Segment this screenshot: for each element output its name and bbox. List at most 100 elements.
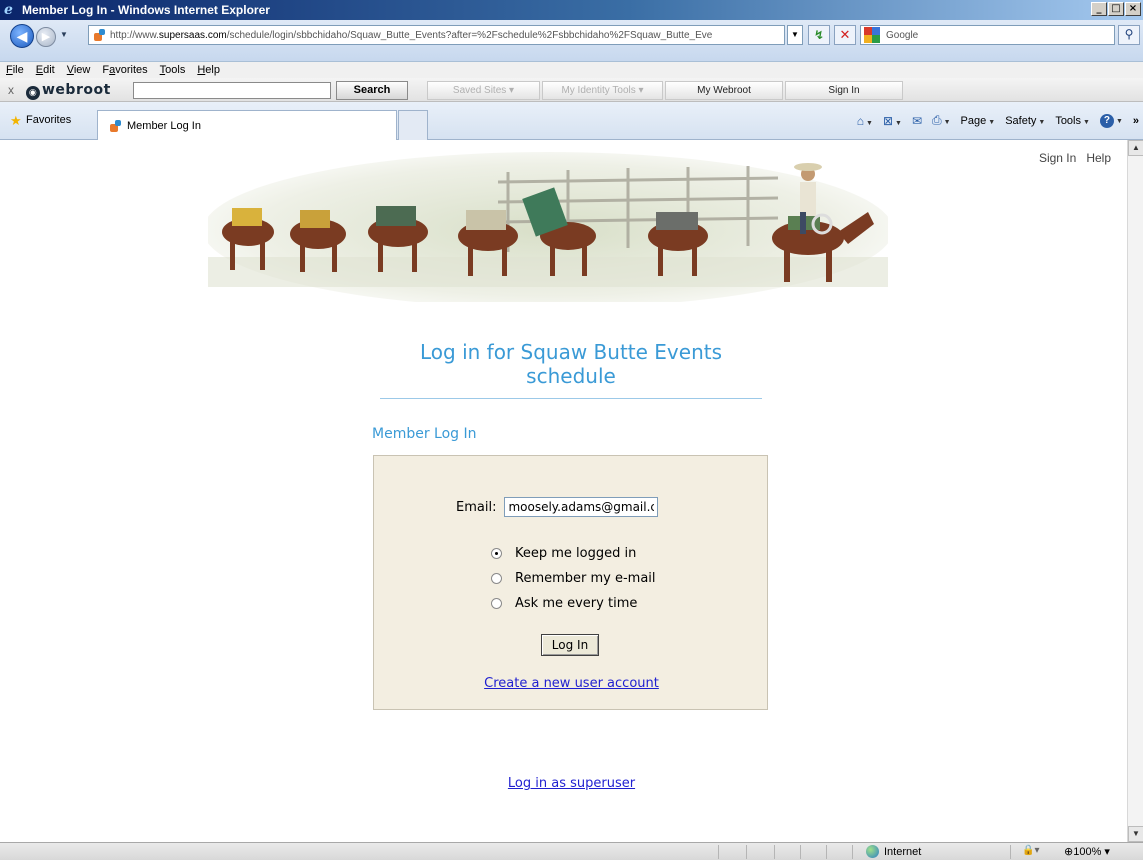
- menu-favorites[interactable]: Favorites: [96, 64, 153, 76]
- menu-help[interactable]: Help: [191, 64, 226, 76]
- maximize-button[interactable]: □: [1108, 2, 1124, 16]
- status-divider: [1010, 845, 1011, 859]
- top-help-link[interactable]: Help: [1086, 151, 1111, 165]
- identity-tools-button[interactable]: My Identity Tools ▾: [542, 81, 663, 100]
- zone-label: Internet: [884, 845, 922, 858]
- login-form: Email: Keep me logged in Remember my e-m…: [373, 455, 768, 710]
- webroot-search-input[interactable]: [133, 82, 331, 99]
- radio-keep-logged-in[interactable]: Keep me logged in: [491, 541, 656, 566]
- webroot-toolbar: x ◉ webroot Search Saved Sites ▾ My Ident…: [0, 78, 1143, 102]
- status-divider: [852, 845, 853, 859]
- webroot-sign-in-button[interactable]: Sign In: [785, 81, 903, 100]
- menu-bar: File Edit View Favorites Tools Help: [0, 62, 1143, 78]
- mail-button[interactable]: ✉: [912, 114, 922, 128]
- feeds-button[interactable]: ⊠ ▼: [883, 114, 902, 128]
- webroot-close-icon[interactable]: x: [8, 83, 14, 97]
- radio-remember-email[interactable]: Remember my e-mail: [491, 566, 656, 591]
- toolbar-overflow-icon[interactable]: »: [1133, 115, 1139, 127]
- radio-label: Ask me every time: [515, 596, 638, 611]
- status-divider: [826, 845, 827, 859]
- minimize-button[interactable]: _: [1091, 2, 1107, 16]
- safety-menu-button[interactable]: Safety ▼: [1005, 115, 1045, 127]
- close-window-button[interactable]: ×: [1125, 2, 1141, 16]
- favorites-bar: ★ Favorites Member Log In ⌂ ▼ ⊠ ▼ ✉ ⎙ ▼ Pag…: [0, 102, 1143, 140]
- help-icon: ?: [1099, 113, 1114, 128]
- top-nav: Sign In Help: [1039, 151, 1111, 165]
- mail-icon: ✉: [911, 113, 922, 128]
- scroll-up-icon[interactable]: ▲: [1128, 140, 1143, 156]
- page-title: Log in for Squaw Butte Events schedule: [380, 340, 762, 399]
- radio-unselected-icon[interactable]: [491, 598, 502, 609]
- url-prefix: http://www.: [110, 29, 159, 41]
- create-account-link[interactable]: Create a new user account: [374, 676, 769, 691]
- window-title: Member Log In - Windows Internet Explore…: [22, 3, 270, 17]
- forward-button[interactable]: ▶: [36, 27, 56, 47]
- menu-tools[interactable]: Tools: [154, 64, 192, 76]
- back-button[interactable]: ◀: [10, 24, 34, 48]
- radio-label: Keep me logged in: [515, 546, 637, 561]
- login-option-group: Keep me logged in Remember my e-mail Ask…: [491, 541, 656, 616]
- url-path: /schedule/login/sbbchidaho/Squaw_Butte_E…: [226, 29, 713, 41]
- saved-sites-button[interactable]: Saved Sites ▾: [427, 81, 540, 100]
- zoom-icon: ⊕: [1064, 846, 1074, 858]
- tools-menu-button[interactable]: Tools ▼: [1055, 115, 1090, 127]
- status-divider: [718, 845, 719, 859]
- compat-refresh-button[interactable]: ↯: [808, 25, 830, 45]
- status-divider: [800, 845, 801, 859]
- print-button[interactable]: ⎙ ▼: [932, 113, 951, 128]
- address-input[interactable]: http://www. supersaas.com/schedule/login/…: [88, 25, 785, 45]
- google-logo-icon: [864, 27, 880, 43]
- log-in-button[interactable]: Log In: [541, 634, 599, 656]
- tab-member-log-in[interactable]: Member Log In: [97, 110, 397, 140]
- rss-feed-icon: ⊠: [882, 113, 893, 128]
- page-viewport: Sign In Help Log in for Squaw Butte Even…: [0, 140, 1127, 842]
- help-menu-button[interactable]: ? ▼: [1099, 113, 1123, 128]
- status-bar: Internet 🔒▾ ⊕100% ▾: [0, 842, 1143, 860]
- security-zone[interactable]: Internet: [866, 845, 921, 858]
- zoom-control[interactable]: ⊕100% ▾: [1064, 845, 1110, 858]
- home-icon: ⌂: [856, 113, 864, 128]
- address-toolbar: ◀ ▶ ▼ http://www. supersaas.com/schedule/…: [0, 20, 1143, 62]
- print-icon: ⎙: [932, 113, 942, 127]
- window-title-bar: e Member Log In - Windows Internet Explo…: [0, 0, 1143, 20]
- email-label: Email:: [456, 499, 497, 515]
- favorites-button[interactable]: Favorites: [26, 114, 71, 126]
- command-bar: ⌂ ▼ ⊠ ▼ ✉ ⎙ ▼ Page ▼ Safety ▼ Tools ▼ ? ▼ »: [857, 113, 1139, 128]
- page-menu-button[interactable]: Page ▼: [961, 115, 996, 127]
- home-button[interactable]: ⌂ ▼: [857, 114, 873, 128]
- menu-file[interactable]: File: [0, 64, 30, 76]
- my-webroot-button[interactable]: My Webroot: [665, 81, 783, 100]
- menu-edit[interactable]: Edit: [30, 64, 61, 76]
- new-tab-button[interactable]: [398, 110, 428, 140]
- status-divider: [746, 845, 747, 859]
- webroot-search-button[interactable]: Search: [336, 81, 408, 100]
- search-go-icon[interactable]: ⚲: [1118, 25, 1140, 45]
- radio-label: Remember my e-mail: [515, 571, 656, 586]
- banner-image: [208, 152, 888, 302]
- vertical-scrollbar[interactable]: ▲ ▼: [1127, 140, 1143, 842]
- status-divider: [774, 845, 775, 859]
- top-sign-in-link[interactable]: Sign In: [1039, 151, 1076, 165]
- tab-favicon-icon: [108, 119, 122, 133]
- email-row: Email:: [456, 497, 659, 517]
- window-controls: _ □ ×: [1091, 2, 1141, 16]
- menu-view[interactable]: View: [61, 64, 97, 76]
- radio-ask-every-time[interactable]: Ask me every time: [491, 591, 656, 616]
- tab-title: Member Log In: [127, 119, 201, 132]
- ie-logo-icon: e: [4, 2, 13, 18]
- stop-button[interactable]: ✕: [834, 25, 856, 45]
- protected-mode-icon[interactable]: 🔒▾: [1022, 845, 1039, 856]
- email-field[interactable]: [504, 497, 659, 517]
- url-domain: supersaas.com: [158, 29, 227, 41]
- address-dropdown-icon[interactable]: ▼: [787, 25, 803, 45]
- scroll-down-icon[interactable]: ▼: [1128, 826, 1143, 842]
- superuser-login-link[interactable]: Log in as superuser: [0, 776, 1127, 791]
- history-dropdown-icon[interactable]: ▼: [60, 30, 68, 39]
- section-title: Member Log In: [372, 426, 477, 442]
- search-input[interactable]: Google: [860, 25, 1115, 45]
- radio-unselected-icon[interactable]: [491, 573, 502, 584]
- radio-selected-icon[interactable]: [491, 548, 502, 559]
- webroot-logo: ◉ webroot: [26, 82, 111, 100]
- favorites-star-icon: ★: [10, 113, 22, 128]
- webroot-mark-icon: ◉: [26, 86, 40, 100]
